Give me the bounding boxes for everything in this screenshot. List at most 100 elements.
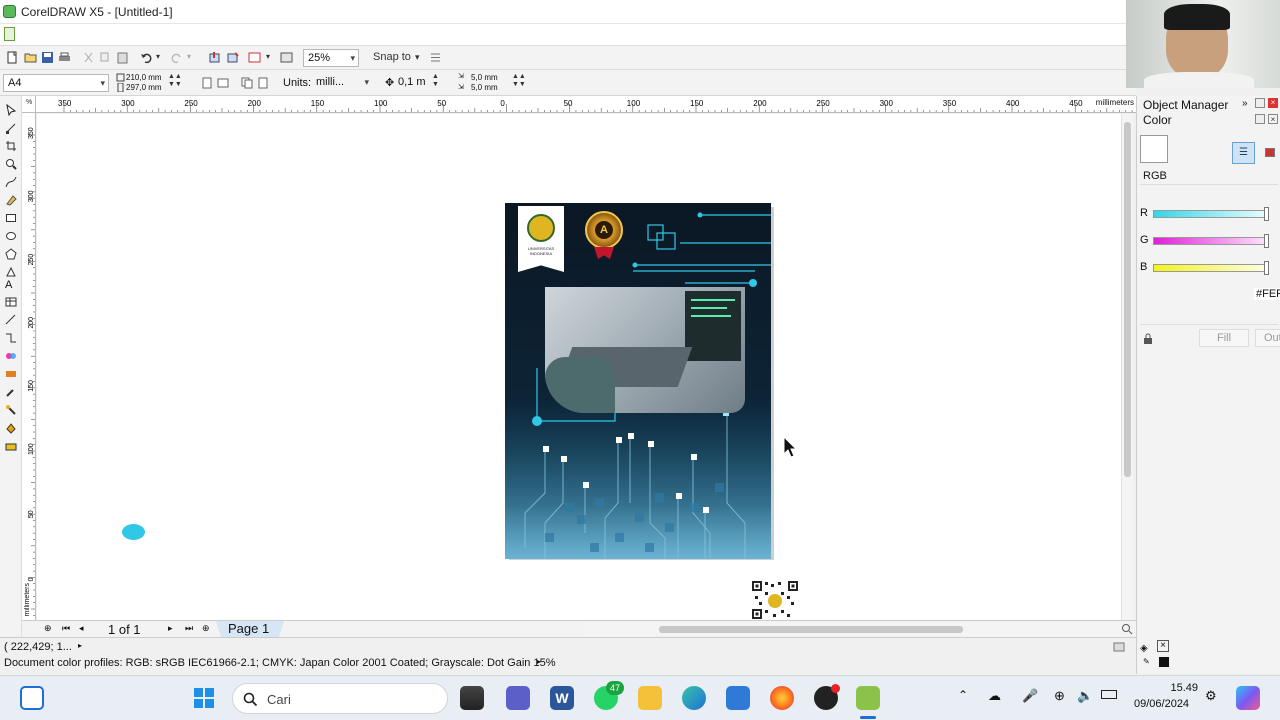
- battery-icon[interactable]: [1101, 690, 1117, 699]
- application-launcher-icon[interactable]: [248, 51, 261, 64]
- page-width-field[interactable]: 210,0 mm: [126, 73, 162, 82]
- duplicate-y-field[interactable]: 5,0 mm: [471, 83, 498, 92]
- all-pages-icon[interactable]: [241, 77, 253, 89]
- open-icon[interactable]: [24, 51, 37, 64]
- qr-code[interactable]: [751, 580, 799, 620]
- copy-icon[interactable]: [99, 51, 112, 64]
- interactive-fill-tool-icon[interactable]: [5, 440, 17, 452]
- university-logo[interactable]: UNIVERSITAS INDONESIA: [518, 206, 564, 272]
- color-palette-icon[interactable]: [1265, 148, 1275, 157]
- zoom-tool-icon[interactable]: [5, 158, 17, 170]
- undo-dropdown-icon[interactable]: ▾: [156, 50, 160, 64]
- basic-shapes-tool-icon[interactable]: [5, 266, 17, 278]
- next-page-icon[interactable]: ▸: [168, 623, 173, 634]
- snap-to-button[interactable]: Snap to: [373, 50, 411, 64]
- cut-icon[interactable]: [82, 51, 95, 64]
- copilot-icon[interactable]: [1236, 686, 1260, 710]
- smart-fill-tool-icon[interactable]: [5, 194, 17, 206]
- notification-icon[interactable]: ⚙: [1205, 688, 1217, 704]
- fill-indicator-icon[interactable]: ◈: [1140, 642, 1154, 654]
- duplicate-x-field[interactable]: 5,0 mm: [471, 73, 498, 82]
- width-spinner[interactable]: ▲▲ ▼▼: [168, 73, 182, 89]
- drawing-canvas[interactable]: UNIVERSITAS INDONESIA A: [37, 114, 1121, 620]
- red-slider[interactable]: [1153, 207, 1269, 221]
- snap-dropdown-icon[interactable]: ▾: [415, 50, 420, 64]
- red-slider-handle[interactable]: [1264, 207, 1269, 221]
- first-page-icon[interactable]: ⏮: [62, 623, 70, 634]
- import-icon[interactable]: [208, 51, 221, 64]
- print-icon[interactable]: [58, 51, 71, 64]
- horizontal-scrollbar[interactable]: [584, 622, 1120, 636]
- nudge-spinner[interactable]: ▲ ▼: [432, 73, 439, 89]
- horizontal-ruler[interactable]: 350 300 250 200 150 100 50 0 50 100 150 200 250 300 35…: [36, 96, 1138, 113]
- color-profiles-expand-icon[interactable]: ▸: [537, 657, 541, 666]
- duplicate-spinner[interactable]: ▲▲ ▼▼: [512, 73, 526, 89]
- file-explorer-icon[interactable]: [638, 686, 662, 710]
- green-slider[interactable]: [1153, 234, 1269, 248]
- outline-color-swatch[interactable]: [1159, 657, 1169, 667]
- portrait-icon[interactable]: [202, 77, 212, 89]
- cloud-icon[interactable]: ☁: [988, 688, 1001, 704]
- ruler-corner[interactable]: %: [22, 96, 36, 113]
- pick-tool-icon[interactable]: [5, 104, 17, 116]
- dimension-tool-icon[interactable]: [5, 314, 17, 326]
- add-page-first-icon[interactable]: ⊕: [44, 623, 52, 634]
- outline-button[interactable]: Out: [1255, 329, 1280, 347]
- network-icon[interactable]: ⊕: [1054, 688, 1065, 704]
- paper-size-select[interactable]: A4 ▾: [3, 74, 109, 92]
- nudge-distance-field[interactable]: 0,1 m: [398, 76, 426, 88]
- clock-time[interactable]: 15.49: [1160, 682, 1198, 694]
- undo-icon[interactable]: [140, 51, 153, 64]
- expand-docker-icon[interactable]: »: [1242, 98, 1248, 109]
- green-slider-handle[interactable]: [1264, 234, 1269, 248]
- polygon-tool-icon[interactable]: [5, 248, 17, 260]
- connector-tool-icon[interactable]: [5, 332, 17, 344]
- vertical-ruler[interactable]: 350 300 250 200 150 100 50 0 millimeters: [22, 113, 36, 620]
- ellipse-tool-icon[interactable]: [5, 230, 17, 242]
- crop-tool-icon[interactable]: [5, 140, 17, 152]
- laptop-photo[interactable]: [545, 287, 745, 413]
- outline-tool-icon[interactable]: [5, 404, 17, 416]
- lock-icon[interactable]: [1143, 333, 1153, 344]
- color-model-select[interactable]: RGB: [1143, 170, 1167, 182]
- tab-page-1[interactable]: Page 1: [216, 621, 284, 638]
- add-page-last-icon[interactable]: ⊕: [202, 623, 210, 634]
- zoom-level-select[interactable]: 25% ▾: [303, 49, 359, 67]
- accreditation-badge[interactable]: A: [585, 211, 623, 249]
- new-document-icon[interactable]: [6, 51, 19, 64]
- word-icon[interactable]: W: [550, 686, 574, 710]
- cyan-ellipse-object[interactable]: [122, 524, 145, 540]
- microphone-icon[interactable]: 🎤: [1022, 688, 1038, 704]
- paste-icon[interactable]: [116, 51, 129, 64]
- blue-slider-handle[interactable]: [1264, 261, 1269, 275]
- color-profiles-text[interactable]: Document color profiles: RGB: sRGB IEC61…: [4, 657, 555, 669]
- show-hidden-icons[interactable]: ⌃: [958, 688, 968, 702]
- poster-page[interactable]: UNIVERSITAS INDONESIA A: [505, 203, 771, 559]
- options-icon[interactable]: [429, 51, 442, 64]
- start-icon[interactable]: [192, 686, 216, 710]
- coreldraw-taskbar-icon[interactable]: [856, 686, 880, 710]
- task-view-icon[interactable]: [460, 686, 484, 710]
- object-manager-tab[interactable]: Object Manager: [1143, 98, 1228, 112]
- edge-icon[interactable]: [682, 686, 706, 710]
- blend-tool-icon[interactable]: [5, 350, 17, 362]
- export-icon[interactable]: [226, 51, 239, 64]
- fill-button[interactable]: Fill: [1199, 329, 1249, 347]
- text-tool-icon[interactable]: A: [5, 279, 17, 291]
- color-sliders-icon[interactable]: ☰: [1232, 142, 1255, 164]
- horizontal-scroll-thumb[interactable]: [659, 626, 963, 633]
- transparency-tool-icon[interactable]: [5, 368, 17, 380]
- table-tool-icon[interactable]: [5, 296, 17, 308]
- save-icon[interactable]: [41, 51, 54, 64]
- current-page-icon[interactable]: [257, 77, 269, 89]
- vertical-scroll-thumb[interactable]: [1124, 122, 1131, 477]
- launcher-dropdown-icon[interactable]: ▾: [266, 50, 270, 64]
- pen-indicator-icon[interactable]: ✎: [1143, 657, 1151, 667]
- dock-icon[interactable]: [1255, 98, 1265, 108]
- zoom-navigator-icon[interactable]: [1121, 623, 1133, 635]
- rectangle-tool-icon[interactable]: [5, 212, 17, 224]
- store-icon[interactable]: [726, 686, 750, 710]
- taskbar-search-box[interactable]: Cari: [232, 683, 448, 714]
- blue-slider[interactable]: [1153, 261, 1269, 275]
- document-icon[interactable]: [4, 27, 15, 41]
